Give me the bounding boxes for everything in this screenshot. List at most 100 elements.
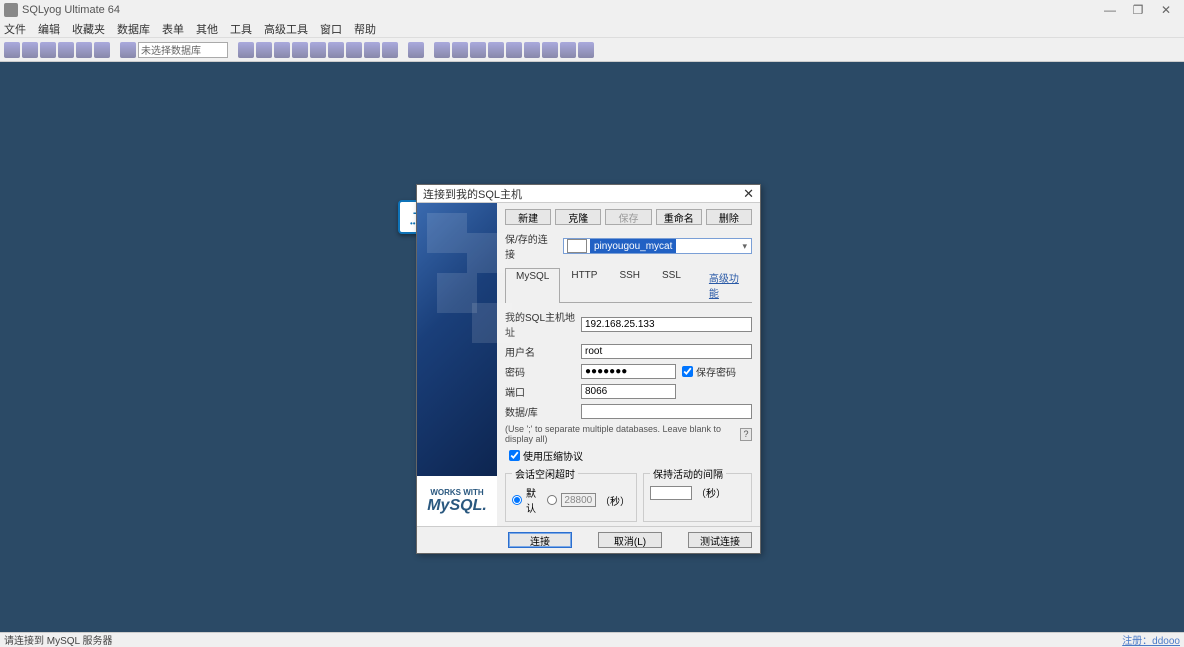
tb-icon[interactable] — [542, 42, 558, 58]
tb-icon[interactable] — [40, 42, 56, 58]
app-title: SQLyog Ultimate 64 — [22, 4, 120, 16]
saved-connection-combo[interactable]: pinyougou_mycat ▾ — [563, 238, 752, 254]
tb-icon[interactable] — [470, 42, 486, 58]
database-selector[interactable]: 未选择数据库 — [138, 42, 228, 58]
menu-tools[interactable]: 工具 — [230, 21, 252, 37]
timeout-default-radio[interactable] — [512, 495, 522, 505]
tb-icon[interactable] — [120, 42, 136, 58]
password-label: 密码 — [505, 364, 575, 379]
dialog-close-icon[interactable]: ✕ — [743, 186, 754, 202]
save-password-box[interactable] — [682, 366, 693, 377]
status-text: 请连接到 MySQL 服务器 — [4, 632, 113, 647]
new-button[interactable]: 新建 — [505, 209, 551, 225]
tb-icon[interactable] — [4, 42, 20, 58]
menu-edit[interactable]: 编辑 — [38, 21, 60, 37]
tb-icon[interactable] — [382, 42, 398, 58]
compress-label: 使用压缩协议 — [523, 448, 583, 463]
save-password-checkbox[interactable]: 保存密码 — [682, 364, 752, 379]
tab-http[interactable]: HTTP — [560, 267, 608, 302]
tb-icon[interactable] — [560, 42, 576, 58]
connection-flag-icon — [567, 239, 587, 253]
connect-button[interactable]: 连接 — [508, 532, 572, 548]
clone-button[interactable]: 克隆 — [555, 209, 601, 225]
app-icon — [4, 3, 18, 17]
saved-connection-label: 保/存的连接 — [505, 231, 557, 261]
mysql-label: MySQL. — [427, 497, 487, 515]
mysql-logo: WORKS WITH MySQL. — [417, 476, 497, 526]
tb-icon[interactable] — [76, 42, 92, 58]
port-input[interactable]: 8066 — [581, 384, 676, 399]
timeout-custom-radio[interactable] — [547, 495, 557, 505]
registration-link[interactable]: 注册：ddooo — [1122, 632, 1180, 647]
works-with-label: WORKS WITH — [430, 488, 483, 497]
host-label: 我的SQL主机地址 — [505, 309, 575, 339]
keepalive-legend: 保持活动的间隔 — [650, 466, 726, 481]
chevron-down-icon: ▾ — [738, 241, 751, 252]
status-bar: 请连接到 MySQL 服务器 注册：ddooo — [0, 632, 1184, 646]
cancel-button[interactable]: 取消(L) — [598, 532, 662, 548]
menu-bar: 文件 编辑 收藏夹 数据库 表单 其他 工具 高级工具 窗口 帮助 — [0, 20, 1184, 38]
tab-ssh[interactable]: SSH — [608, 267, 651, 302]
tb-icon[interactable] — [292, 42, 308, 58]
tb-icon[interactable] — [578, 42, 594, 58]
database-input[interactable] — [581, 404, 752, 419]
menu-powertools[interactable]: 高级工具 — [264, 21, 308, 37]
save-button: 保存 — [605, 209, 651, 225]
dialog-title-text: 连接到我的SQL主机 — [423, 186, 522, 202]
tb-icon[interactable] — [94, 42, 110, 58]
tb-icon[interactable] — [256, 42, 272, 58]
tb-icon[interactable] — [22, 42, 38, 58]
tb-icon[interactable] — [310, 42, 326, 58]
port-label: 端口 — [505, 384, 575, 399]
title-bar: SQLyog Ultimate 64 — ❐ ✕ — [0, 0, 1184, 20]
tb-icon[interactable] — [506, 42, 522, 58]
tb-icon[interactable] — [364, 42, 380, 58]
menu-other[interactable]: 其他 — [196, 21, 218, 37]
menu-file[interactable]: 文件 — [4, 21, 26, 37]
tab-mysql[interactable]: MySQL — [505, 268, 560, 303]
toolbar: 未选择数据库 — [0, 38, 1184, 62]
tb-icon[interactable] — [524, 42, 540, 58]
rename-button[interactable]: 重命名 — [656, 209, 702, 225]
tb-icon[interactable] — [274, 42, 290, 58]
menu-window[interactable]: 窗口 — [320, 21, 342, 37]
tab-ssl[interactable]: SSL — [651, 267, 692, 302]
menu-database[interactable]: 数据库 — [117, 21, 150, 37]
keepalive-group: 保持活动的间隔 （秒） — [643, 466, 752, 522]
keepalive-unit: （秒） — [696, 485, 726, 500]
tb-icon[interactable] — [408, 42, 424, 58]
help-icon[interactable]: ? — [740, 428, 752, 441]
user-label: 用户名 — [505, 344, 575, 359]
connection-tabs: MySQL HTTP SSH SSL 高级功能 — [505, 267, 752, 303]
keepalive-input[interactable] — [650, 486, 692, 500]
compress-checkbox[interactable]: 使用压缩协议 — [509, 448, 752, 463]
compress-box[interactable] — [509, 450, 520, 461]
minimize-button[interactable]: — — [1096, 3, 1124, 17]
session-timeout-group: 会话空闲超时 默认 28800 （秒） — [505, 466, 637, 522]
menu-favorites[interactable]: 收藏夹 — [72, 21, 105, 37]
database-hint: (Use ';' to separate multiple databases.… — [505, 424, 740, 444]
tb-icon[interactable] — [434, 42, 450, 58]
timeout-value: 28800 — [561, 493, 596, 507]
database-label: 数据/库 — [505, 404, 575, 419]
tb-icon[interactable] — [452, 42, 468, 58]
password-input[interactable]: ●●●●●●● — [581, 364, 676, 379]
maximize-button[interactable]: ❐ — [1124, 3, 1152, 17]
tab-advanced[interactable]: 高级功能 — [698, 267, 752, 302]
menu-table[interactable]: 表单 — [162, 21, 184, 37]
test-connect-button[interactable]: 测试连接 — [688, 532, 752, 548]
user-input[interactable]: root — [581, 344, 752, 359]
tb-icon[interactable] — [328, 42, 344, 58]
delete-button[interactable]: 删除 — [706, 209, 752, 225]
dialog-titlebar: 连接到我的SQL主机 ✕ — [417, 185, 760, 203]
tb-icon[interactable] — [238, 42, 254, 58]
tb-icon[interactable] — [346, 42, 362, 58]
tb-icon[interactable] — [58, 42, 74, 58]
save-password-label: 保存密码 — [696, 364, 736, 379]
close-button[interactable]: ✕ — [1152, 3, 1180, 17]
tb-icon[interactable] — [488, 42, 504, 58]
menu-help[interactable]: 帮助 — [354, 21, 376, 37]
host-input[interactable]: 192.168.25.133 — [581, 317, 752, 332]
dialog-sidebar: WORKS WITH MySQL. — [417, 203, 497, 526]
timeout-default-label: 默认 — [526, 485, 543, 515]
